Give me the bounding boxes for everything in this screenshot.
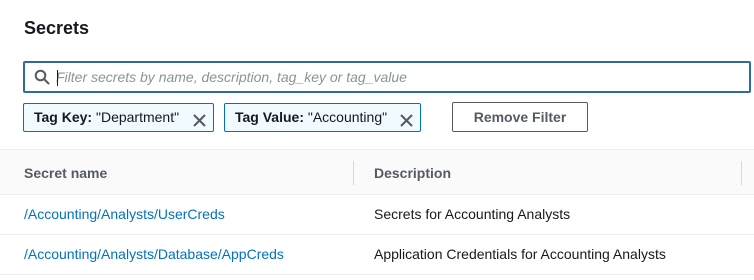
secrets-panel: Secrets Tag Key: "Department" Tag Value:…	[0, 0, 754, 280]
secret-name-link[interactable]: /Accounting/Analysts/Database/AppCreds	[24, 246, 284, 262]
filter-token-value: "Department"	[95, 109, 180, 125]
text-caret	[57, 70, 58, 86]
table-row: /Accounting/Analysts/Database/AppCreds A…	[0, 235, 754, 275]
close-icon[interactable]	[192, 110, 207, 127]
secret-description: Application Credentials for Accounting A…	[374, 246, 666, 262]
column-divider[interactable]	[741, 161, 742, 185]
secret-name-link[interactable]: /Accounting/Analysts/UserCreds	[24, 206, 225, 222]
filter-token-tag-key: Tag Key: "Department"	[23, 103, 214, 132]
page-title: Secrets	[24, 18, 90, 38]
filter-token-value: "Accounting"	[307, 109, 388, 125]
secret-description: Secrets for Accounting Analysts	[374, 206, 571, 222]
column-header-description[interactable]: Description	[374, 165, 451, 181]
table-header: Secret name Description	[0, 149, 754, 195]
close-icon[interactable]	[399, 110, 414, 127]
column-header-secret-name[interactable]: Secret name	[24, 165, 107, 181]
filter-token-key: Tag Value:	[235, 109, 304, 125]
column-divider[interactable]	[353, 161, 354, 185]
search-input[interactable]	[56, 65, 746, 89]
search-icon	[34, 69, 50, 85]
filter-token-tag-value: Tag Value: "Accounting"	[224, 103, 421, 132]
filter-token-key: Tag Key:	[34, 109, 93, 125]
table-row: /Accounting/Analysts/UserCreds Secrets f…	[0, 195, 754, 235]
search-box[interactable]	[23, 61, 751, 93]
remove-filter-button[interactable]: Remove Filter	[452, 102, 588, 132]
